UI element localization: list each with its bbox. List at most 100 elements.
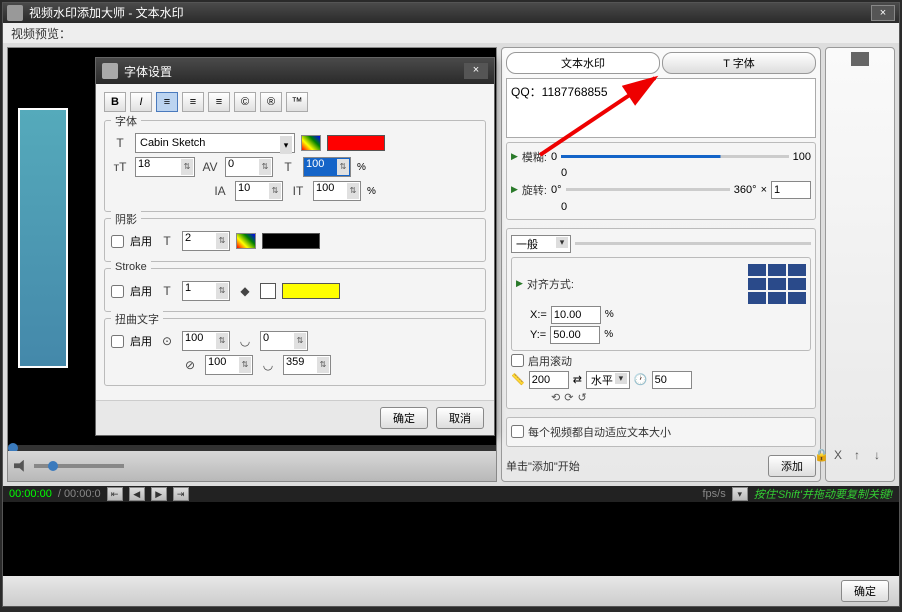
line-height-input[interactable]: 100 — [313, 181, 361, 201]
x-input[interactable] — [551, 306, 601, 324]
warp-h2-input[interactable]: 0 — [260, 331, 308, 351]
app-icon — [7, 5, 23, 21]
dialog-cancel-button[interactable]: 取消 — [436, 407, 484, 429]
rotate-mult: × — [761, 184, 767, 196]
line-height-icon: IT — [289, 183, 307, 199]
warp-v-icon: ⊘ — [181, 357, 199, 373]
ok-button[interactable]: 确定 — [841, 580, 889, 602]
warp-enable-label: 启用 — [130, 333, 152, 349]
clock-icon: 🕐 — [634, 373, 648, 386]
rotate-min: 0° — [551, 184, 562, 196]
scroll-step-input[interactable] — [652, 371, 692, 389]
play-icon: ▶ — [511, 151, 518, 162]
shadow-icon: T — [158, 233, 176, 249]
preview-label: 视频预览： — [3, 23, 899, 43]
timeline-button[interactable]: ⇤ — [107, 487, 123, 501]
shadow-color-button[interactable] — [236, 233, 256, 249]
percent-label: % — [604, 329, 613, 340]
shadow-enable-checkbox[interactable] — [111, 235, 124, 248]
font-settings-dialog: 字体设置 × B I ≡ ≡ ≡ © ® ™ 字体 T Cabin Sketch… — [95, 57, 495, 436]
stroke-enable-label: 启用 — [130, 283, 152, 299]
opacity-input[interactable]: 100 — [303, 157, 351, 177]
dialog-close-button[interactable]: × — [464, 63, 488, 79]
timeline-button[interactable]: ⇥ — [173, 487, 189, 501]
stroke-enable-checkbox[interactable] — [111, 285, 124, 298]
track-area[interactable] — [3, 502, 899, 576]
warp-enable-checkbox[interactable] — [111, 335, 124, 348]
scroll-speed-input[interactable] — [529, 371, 569, 389]
percent-label: % — [605, 309, 614, 320]
percent-label: % — [357, 162, 366, 173]
current-time: 00:00:00 — [9, 488, 52, 500]
rotate-slider[interactable] — [566, 188, 730, 191]
add-button[interactable]: 添加 — [768, 455, 816, 477]
add-hint: 单击"添加"开始 — [506, 458, 580, 474]
italic-button[interactable]: I — [130, 92, 152, 112]
registered-button[interactable]: ® — [260, 92, 282, 112]
stroke-color-swatch[interactable] — [282, 283, 340, 299]
loop-icon[interactable]: ⟳ — [564, 391, 573, 404]
fps-combo[interactable]: ▾ — [732, 487, 748, 501]
trademark-button[interactable]: ™ — [286, 92, 308, 112]
fill-icon[interactable]: ◆ — [236, 283, 254, 299]
warp-fieldset: 扭曲文字 启用 ⊙ 100 ◡ 0 ⊘ 100 ◡ 359 — [104, 318, 486, 386]
warp-h1-input[interactable]: 100 — [182, 331, 230, 351]
scroll-enable-label: 启用滚动 — [528, 353, 572, 369]
swap-icon[interactable]: ⇄ — [573, 373, 582, 386]
rotate-times-input[interactable] — [771, 181, 811, 199]
opacity-slider[interactable] — [575, 242, 811, 245]
loop-icon[interactable]: ↺ — [577, 391, 586, 404]
video-thumbnail[interactable] — [18, 108, 68, 368]
timeline-bar: 00:00:00 / 00:00:0 ⇤ ◀ ▶ ⇥ fps/s ▾ 按住'Sh… — [3, 486, 899, 502]
autofit-label: 每个视频都自动适应文本大小 — [528, 424, 671, 440]
align-center-button[interactable]: ≡ — [182, 92, 204, 112]
char-spacing-input[interactable]: 10 — [235, 181, 283, 201]
watermark-text-input[interactable]: QQ：1187768855 — [506, 78, 816, 138]
font-color-button[interactable] — [301, 135, 321, 151]
warp-v1-input[interactable]: 100 — [205, 355, 253, 375]
tab-text-watermark[interactable]: 文本水印 — [506, 52, 660, 74]
delete-icon[interactable]: X — [834, 448, 848, 462]
scroll-enable-checkbox[interactable] — [511, 354, 524, 367]
rotate-max: 360° — [734, 184, 757, 196]
blend-mode-combo[interactable]: 一般 — [511, 235, 571, 253]
volume-icon[interactable] — [14, 460, 28, 472]
loop-icon[interactable]: ⟲ — [551, 391, 560, 404]
rotate-label: 旋转: — [522, 182, 547, 198]
window-close-button[interactable]: × — [871, 5, 895, 21]
down-icon[interactable]: ↓ — [874, 448, 888, 462]
up-icon[interactable]: ↑ — [854, 448, 868, 462]
warp-legend: 扭曲文字 — [111, 311, 163, 327]
shadow-size-input[interactable]: 2 — [182, 231, 230, 251]
font-family-combo[interactable]: Cabin Sketch — [135, 133, 295, 153]
volume-slider[interactable] — [34, 464, 124, 468]
align-right-button[interactable]: ≡ — [208, 92, 230, 112]
layers-icon[interactable] — [851, 52, 869, 66]
stroke-icon: T — [158, 283, 176, 299]
tab-font[interactable]: T 字体 — [662, 52, 816, 74]
lock-icon[interactable]: 🔒 — [814, 448, 828, 462]
shadow-fieldset: 阴影 启用 T 2 — [104, 218, 486, 262]
fps-label: fps/s — [702, 488, 725, 500]
shadow-color-swatch[interactable] — [262, 233, 320, 249]
font-color-swatch[interactable] — [327, 135, 385, 151]
blur-slider[interactable] — [561, 155, 789, 158]
alignment-grid[interactable] — [748, 264, 806, 304]
y-input[interactable] — [550, 326, 600, 344]
bold-button[interactable]: B — [104, 92, 126, 112]
play-icon: ▶ — [516, 278, 523, 289]
char-spacing-icon: IA — [211, 183, 229, 199]
copyright-button[interactable]: © — [234, 92, 256, 112]
timeline-button[interactable]: ◀ — [129, 487, 145, 501]
warp-v2-input[interactable]: 359 — [283, 355, 331, 375]
scroll-dir-combo[interactable]: 水平 — [586, 371, 630, 389]
align-left-button[interactable]: ≡ — [156, 92, 178, 112]
x-label: X:= — [530, 309, 547, 321]
stroke-fill-swatch[interactable] — [260, 283, 276, 299]
stroke-size-input[interactable]: 1 — [182, 281, 230, 301]
timeline-button[interactable]: ▶ — [151, 487, 167, 501]
dialog-ok-button[interactable]: 确定 — [380, 407, 428, 429]
kerning-input[interactable]: 0 — [225, 157, 273, 177]
font-size-input[interactable]: 18 — [135, 157, 195, 177]
autofit-checkbox[interactable] — [511, 425, 524, 438]
